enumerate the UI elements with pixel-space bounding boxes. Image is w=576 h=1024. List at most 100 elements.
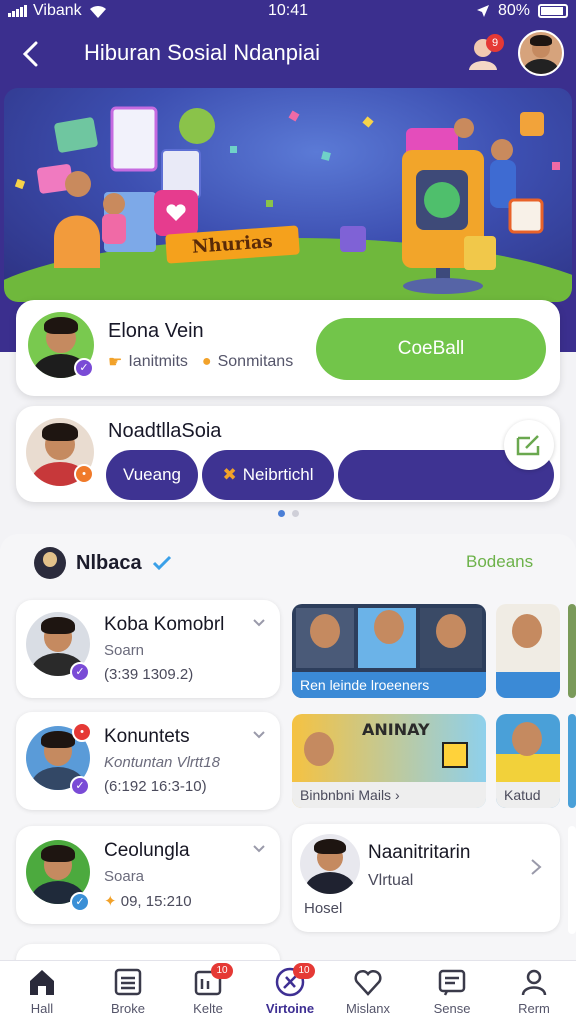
profile-card[interactable]: ✓ Elona Vein ☛ Ianitmits ● Sonmitans Coe… bbox=[16, 300, 560, 396]
nav-item-rerm[interactable]: Rerm bbox=[498, 967, 570, 1023]
group-name: Ceolungla bbox=[104, 840, 190, 861]
nav-badge: 10 bbox=[211, 963, 233, 979]
group-card[interactable]: ✓ Ceolungla Soara ✦ 09, 15:210 bbox=[16, 826, 280, 924]
user-card-subtitle: Vlrtual bbox=[368, 872, 413, 890]
battery-icon bbox=[538, 4, 568, 18]
group-subtitle: Kontuntan Vlrtt18 bbox=[104, 754, 220, 771]
feed-title: Nlbaca bbox=[76, 551, 142, 574]
profile-card-secondary[interactable]: • NoadtllaSoia Vueang ✖ Neibrtichl bbox=[16, 406, 560, 502]
message-badge-icon: • bbox=[74, 464, 94, 484]
group-name: Konuntets bbox=[104, 726, 190, 747]
battery-percent: 80% bbox=[497, 2, 530, 19]
nav-item-mislanx[interactable]: Mislanx bbox=[332, 967, 404, 1023]
media-tile[interactable]: Ren leinde lroeeners bbox=[292, 604, 486, 698]
group-card[interactable]: ✓ Koba Komobrl Soarn (3:39 1309.2) bbox=[16, 600, 280, 698]
chevron-down-icon[interactable] bbox=[252, 616, 266, 630]
user-card[interactable]: Naanitritarin Vlrtual Hosel bbox=[292, 824, 560, 932]
nav-item-virtoine[interactable]: 10 Virtoine bbox=[254, 963, 326, 1023]
verified-icon bbox=[152, 555, 171, 571]
group-time: (6:192 16:3-10) bbox=[104, 778, 207, 795]
verified-badge-icon: ✓ bbox=[70, 892, 90, 912]
user-card-avatar bbox=[300, 834, 360, 894]
primary-action-button[interactable]: CoeBall bbox=[316, 318, 546, 380]
pill-button-2[interactable]: ✖ Neibrtichl bbox=[202, 450, 334, 500]
list-icon bbox=[114, 968, 142, 996]
clock: 10:41 bbox=[268, 2, 309, 19]
message-icon bbox=[438, 969, 466, 996]
home-icon bbox=[30, 970, 54, 995]
verified-badge-icon: ✓ bbox=[70, 776, 90, 796]
edit-icon bbox=[516, 435, 540, 456]
tile-caption-label: Binbnbni Mails bbox=[300, 787, 392, 803]
group-time: (3:39 1309.2) bbox=[104, 666, 194, 683]
feed-avatar[interactable] bbox=[34, 547, 66, 579]
page-title: Hiburan Sosial Ndanpiai bbox=[84, 40, 321, 65]
nav-bar: Hiburan Sosial Ndanpiai 9 bbox=[0, 26, 576, 82]
user-card-foot: Hosel bbox=[304, 900, 343, 917]
hero-banner[interactable] bbox=[4, 88, 572, 302]
chevron-down-icon[interactable] bbox=[252, 728, 266, 742]
profile-meta-1: Ianitmits bbox=[128, 353, 188, 370]
time-icon: ✦ bbox=[104, 893, 117, 910]
puzzle-icon: ✖ bbox=[222, 465, 237, 484]
chevron-down-icon[interactable] bbox=[252, 842, 266, 856]
wifi-icon bbox=[89, 5, 106, 19]
verified-badge-icon: ✓ bbox=[74, 358, 94, 378]
chevron-right-icon[interactable] bbox=[530, 858, 542, 876]
back-button[interactable] bbox=[14, 36, 46, 72]
notification-badge: 9 bbox=[486, 34, 504, 52]
nav-item-broke[interactable]: Broke bbox=[92, 967, 164, 1023]
carrier-label: Vibank bbox=[33, 2, 82, 19]
profile-meta: ☛ Ianitmits ● Sonmitans bbox=[108, 352, 293, 372]
media-tile[interactable]: Katud bbox=[496, 714, 560, 808]
user-card-name: Naanitritarin bbox=[368, 842, 471, 863]
tile-banner-text: ANINAY bbox=[362, 720, 430, 739]
media-tile[interactable]: ANINAY Binbnbni Mails › bbox=[292, 714, 486, 808]
status-bar: Vibank 10:41 80% bbox=[0, 0, 576, 24]
edit-button[interactable] bbox=[504, 420, 554, 470]
media-tile-edge[interactable] bbox=[568, 826, 576, 934]
pill-button-1[interactable]: Vueang bbox=[106, 450, 198, 500]
group-subtitle: Soara bbox=[104, 868, 145, 885]
bulb-icon: ● bbox=[201, 353, 212, 370]
group-time-label: 09, 15:210 bbox=[120, 893, 192, 910]
nav-item-kelte[interactable]: 10 Kelte bbox=[172, 963, 244, 1023]
heart-icon bbox=[354, 969, 382, 996]
user-card-subtitle-label: Vlrtual bbox=[368, 872, 414, 889]
nav-label: Virtoine bbox=[265, 1001, 315, 1016]
tile-caption: Binbnbni Mails › bbox=[292, 782, 486, 808]
thumbs-icon: ☛ bbox=[108, 354, 123, 371]
notification-dot-icon: • bbox=[72, 722, 92, 742]
profile-name: NoadtllaSoia bbox=[108, 420, 222, 442]
nav-label: Sense bbox=[433, 1001, 471, 1016]
media-tile-edge[interactable] bbox=[568, 714, 576, 808]
media-tile-edge[interactable] bbox=[568, 604, 576, 698]
nav-item-hall[interactable]: Hall bbox=[6, 967, 78, 1023]
location-icon bbox=[476, 5, 489, 17]
nav-item-sense[interactable]: Sense bbox=[416, 967, 488, 1023]
signal-icon bbox=[8, 5, 27, 17]
nav-label: Mislanx bbox=[345, 1001, 391, 1016]
arrow-icon: › bbox=[394, 787, 400, 803]
tile-caption: Ren leinde lroeeners bbox=[292, 672, 486, 698]
feed-see-all-link[interactable]: Bodeans bbox=[466, 552, 533, 572]
group-time: ✦ 09, 15:210 bbox=[104, 892, 192, 910]
nav-label: Kelte bbox=[193, 1001, 223, 1016]
group-subtitle: Soarn bbox=[104, 642, 145, 659]
tile-caption: Katud bbox=[496, 782, 560, 808]
nav-label: Rerm bbox=[518, 1001, 550, 1016]
nav-label: Hall bbox=[30, 1001, 54, 1016]
group-card[interactable]: ✓ • Konuntets Kontuntan Vlrtt18 (6:192 1… bbox=[16, 712, 280, 810]
pill-label: Vueang bbox=[123, 465, 181, 484]
profile-icon bbox=[521, 969, 547, 996]
banner-illustration bbox=[14, 106, 560, 294]
nav-badge: 10 bbox=[293, 963, 315, 979]
profile-name: Elona Vein bbox=[108, 320, 204, 342]
user-avatar[interactable] bbox=[518, 30, 564, 76]
profile-meta-2: Sonmitans bbox=[217, 353, 294, 370]
profile-pager[interactable] bbox=[278, 510, 299, 517]
chevron-left-icon bbox=[22, 41, 38, 67]
notification-button[interactable]: 9 bbox=[466, 34, 504, 74]
media-tile[interactable] bbox=[496, 604, 560, 698]
nav-label: Broke bbox=[111, 1001, 145, 1016]
